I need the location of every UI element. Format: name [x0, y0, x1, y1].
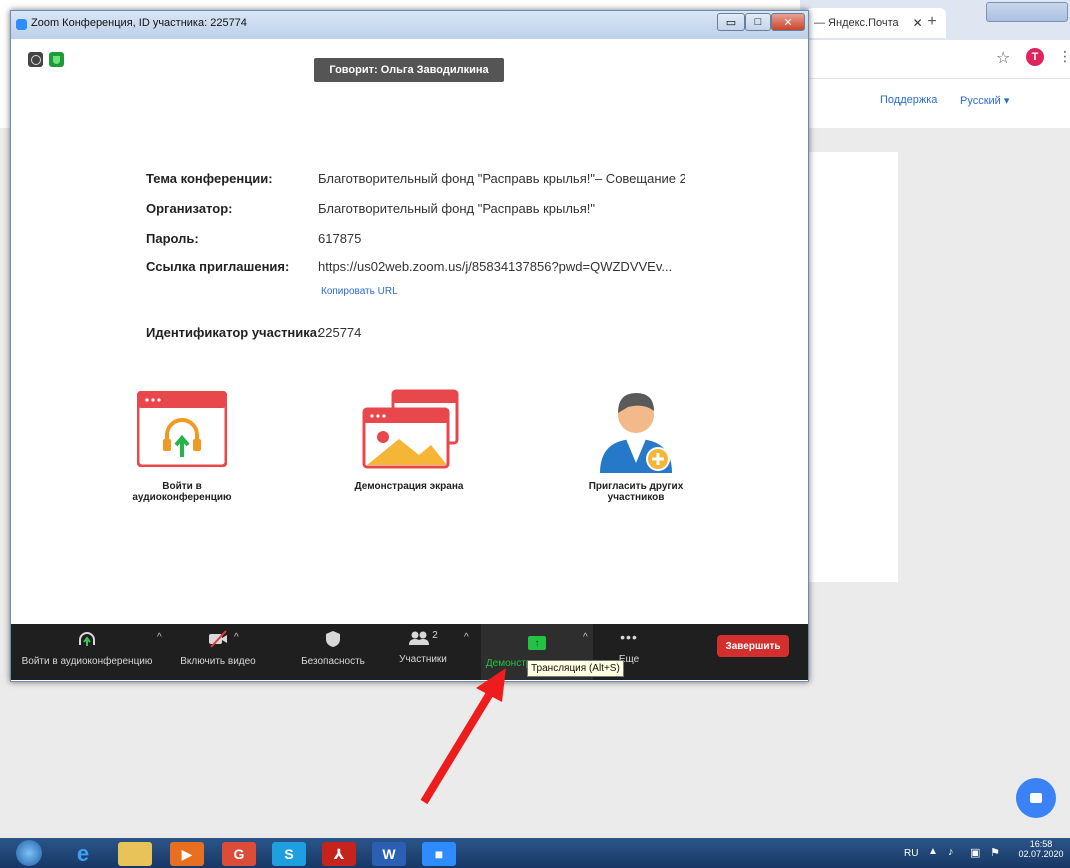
encryption-button[interactable] — [49, 52, 64, 67]
zoom-titlebar: Zoom Конференция, ID участника: 225774 ▭… — [11, 11, 808, 39]
browser-window-controls[interactable] — [986, 2, 1068, 22]
info-icon — [30, 54, 41, 65]
join-audio-label-line1: Войти в — [162, 481, 202, 492]
share-screen-tooltip: Трансляция (Alt+S) — [527, 660, 624, 677]
topic-label: Тема конференции: — [146, 171, 273, 186]
security-label: Безопасность — [301, 656, 365, 667]
chat-widget-button[interactable] — [1016, 778, 1056, 818]
participants-icon — [409, 631, 430, 645]
invite-label-line1: Пригласить других — [588, 481, 684, 492]
topic-value: Благотворительный фонд "Расправь крылья!… — [318, 171, 685, 186]
minimize-icon: ▭ — [725, 16, 737, 29]
start-video-label: Включить видео — [180, 656, 256, 667]
support-link[interactable]: Поддержка — [880, 94, 937, 106]
meeting-info-area — [17, 39, 802, 624]
minimize-button[interactable]: ▭ — [717, 13, 745, 31]
join-audio-label-line2: аудиоконференцию — [132, 492, 232, 503]
chrome-icon[interactable]: G — [222, 842, 256, 866]
participants-count: 2 — [432, 630, 438, 641]
join-audio-action[interactable] — [136, 390, 228, 468]
invite-link-label: Ссылка приглашения: — [146, 259, 290, 274]
invite-label-line2: участников — [607, 492, 665, 503]
input-language[interactable]: RU — [904, 848, 918, 859]
zoom-logo-icon — [16, 19, 27, 30]
profile-avatar[interactable]: T — [1026, 48, 1044, 66]
system-clock[interactable]: 16:58 02.07.2020 — [1014, 839, 1068, 859]
more-dots-icon: ••• — [620, 629, 638, 645]
headphones-window-icon — [136, 390, 228, 468]
chat-bubble-icon — [1030, 793, 1042, 803]
skype-icon[interactable]: S — [272, 842, 306, 866]
active-speaker-badge: Говорит: Ольга Заводилкина — [314, 58, 504, 82]
close-window-button[interactable]: ✕ — [771, 13, 805, 31]
browser-toolbar: ☆ T ⋮ — [800, 40, 1070, 79]
browser-tabstrip: — Яндекс.Почта ✕ + — [800, 0, 1070, 40]
media-player-icon[interactable]: ▶ — [170, 842, 204, 866]
browser-menu-icon[interactable]: ⋮ — [1058, 48, 1070, 65]
end-meeting-button[interactable]: Завершить — [717, 635, 789, 657]
meeting-info-button[interactable] — [28, 52, 43, 67]
video-options-caret-icon[interactable]: ^ — [234, 632, 239, 643]
security-shield-icon — [326, 631, 340, 647]
close-icon: ✕ — [783, 16, 793, 29]
share-screen-icon — [362, 389, 459, 469]
start-button[interactable] — [16, 840, 42, 866]
password-value: 617875 — [318, 231, 362, 246]
ie-icon[interactable]: e — [66, 841, 100, 866]
security-button[interactable]: Безопасность — [293, 630, 373, 676]
share-screen-label: Демонстрация экрана — [354, 481, 464, 492]
maximize-button[interactable]: □ — [745, 13, 771, 31]
maximize-icon: □ — [754, 16, 762, 28]
invite-action[interactable] — [596, 383, 676, 475]
zoom-taskbar-icon[interactable]: ■ — [422, 842, 456, 866]
host-label: Организатор: — [146, 201, 233, 216]
zoom-meeting-window: Zoom Конференция, ID участника: 225774 ▭… — [10, 10, 809, 682]
join-audio-label: Войти в аудиоконференцию — [121, 481, 243, 503]
share-screen-action[interactable] — [361, 389, 461, 471]
start-video-button[interactable]: Включить видео — [173, 630, 263, 676]
headphones-icon — [79, 632, 95, 646]
network-icon[interactable]: ▣ — [970, 846, 980, 859]
speaker-icon[interactable]: ♪ — [948, 846, 954, 858]
invite-label: Пригласить других участников — [571, 481, 701, 503]
language-label: Русский — [960, 95, 1001, 107]
join-audio-toolbar-label: Войти в аудиоконференцию — [21, 656, 153, 667]
tab-title: — Яндекс.Почта — [814, 17, 899, 29]
share-options-caret-icon[interactable]: ^ — [583, 632, 588, 643]
pdf-reader-icon[interactable]: ⅄ — [322, 842, 356, 866]
red-arrow-annotation — [420, 668, 506, 805]
page-panel — [805, 152, 898, 582]
participant-id-label: Идентификатор участника: — [146, 325, 322, 340]
participants-caret-icon[interactable]: ^ — [464, 632, 469, 643]
join-audio-button[interactable]: Войти в аудиоконференцию — [19, 630, 155, 676]
new-tab-button[interactable]: + — [922, 12, 942, 32]
participant-id-value: 225774 — [318, 325, 362, 340]
tray-expand-icon[interactable]: ▲ — [928, 846, 938, 857]
clock-date: 02.07.2020 — [1018, 849, 1064, 859]
word-icon[interactable]: W — [372, 842, 406, 866]
audio-options-caret-icon[interactable]: ^ — [157, 632, 162, 643]
video-off-icon — [209, 630, 227, 648]
host-value: Благотворительный фонд "Расправь крылья!… — [318, 201, 595, 216]
invite-link-value: https://us02web.zoom.us/j/85834137856?pw… — [318, 259, 673, 274]
invite-person-icon — [600, 393, 672, 473]
clock-time: 16:58 — [1029, 839, 1053, 849]
window-title: Zoom Конференция, ID участника: 225774 — [31, 17, 247, 29]
chevron-down-icon: ▾ — [1003, 95, 1010, 107]
shield-icon — [53, 55, 60, 64]
copy-url-link[interactable]: Копировать URL — [321, 286, 398, 297]
password-label: Пароль: — [146, 231, 199, 246]
bookmark-star-icon[interactable]: ☆ — [996, 48, 1010, 68]
share-arrow-icon: ↑ — [528, 636, 546, 650]
explorer-icon[interactable] — [118, 842, 152, 866]
language-select[interactable]: Русский ▾ — [960, 94, 1009, 107]
action-center-flag-icon[interactable]: ⚑ — [990, 846, 1000, 859]
